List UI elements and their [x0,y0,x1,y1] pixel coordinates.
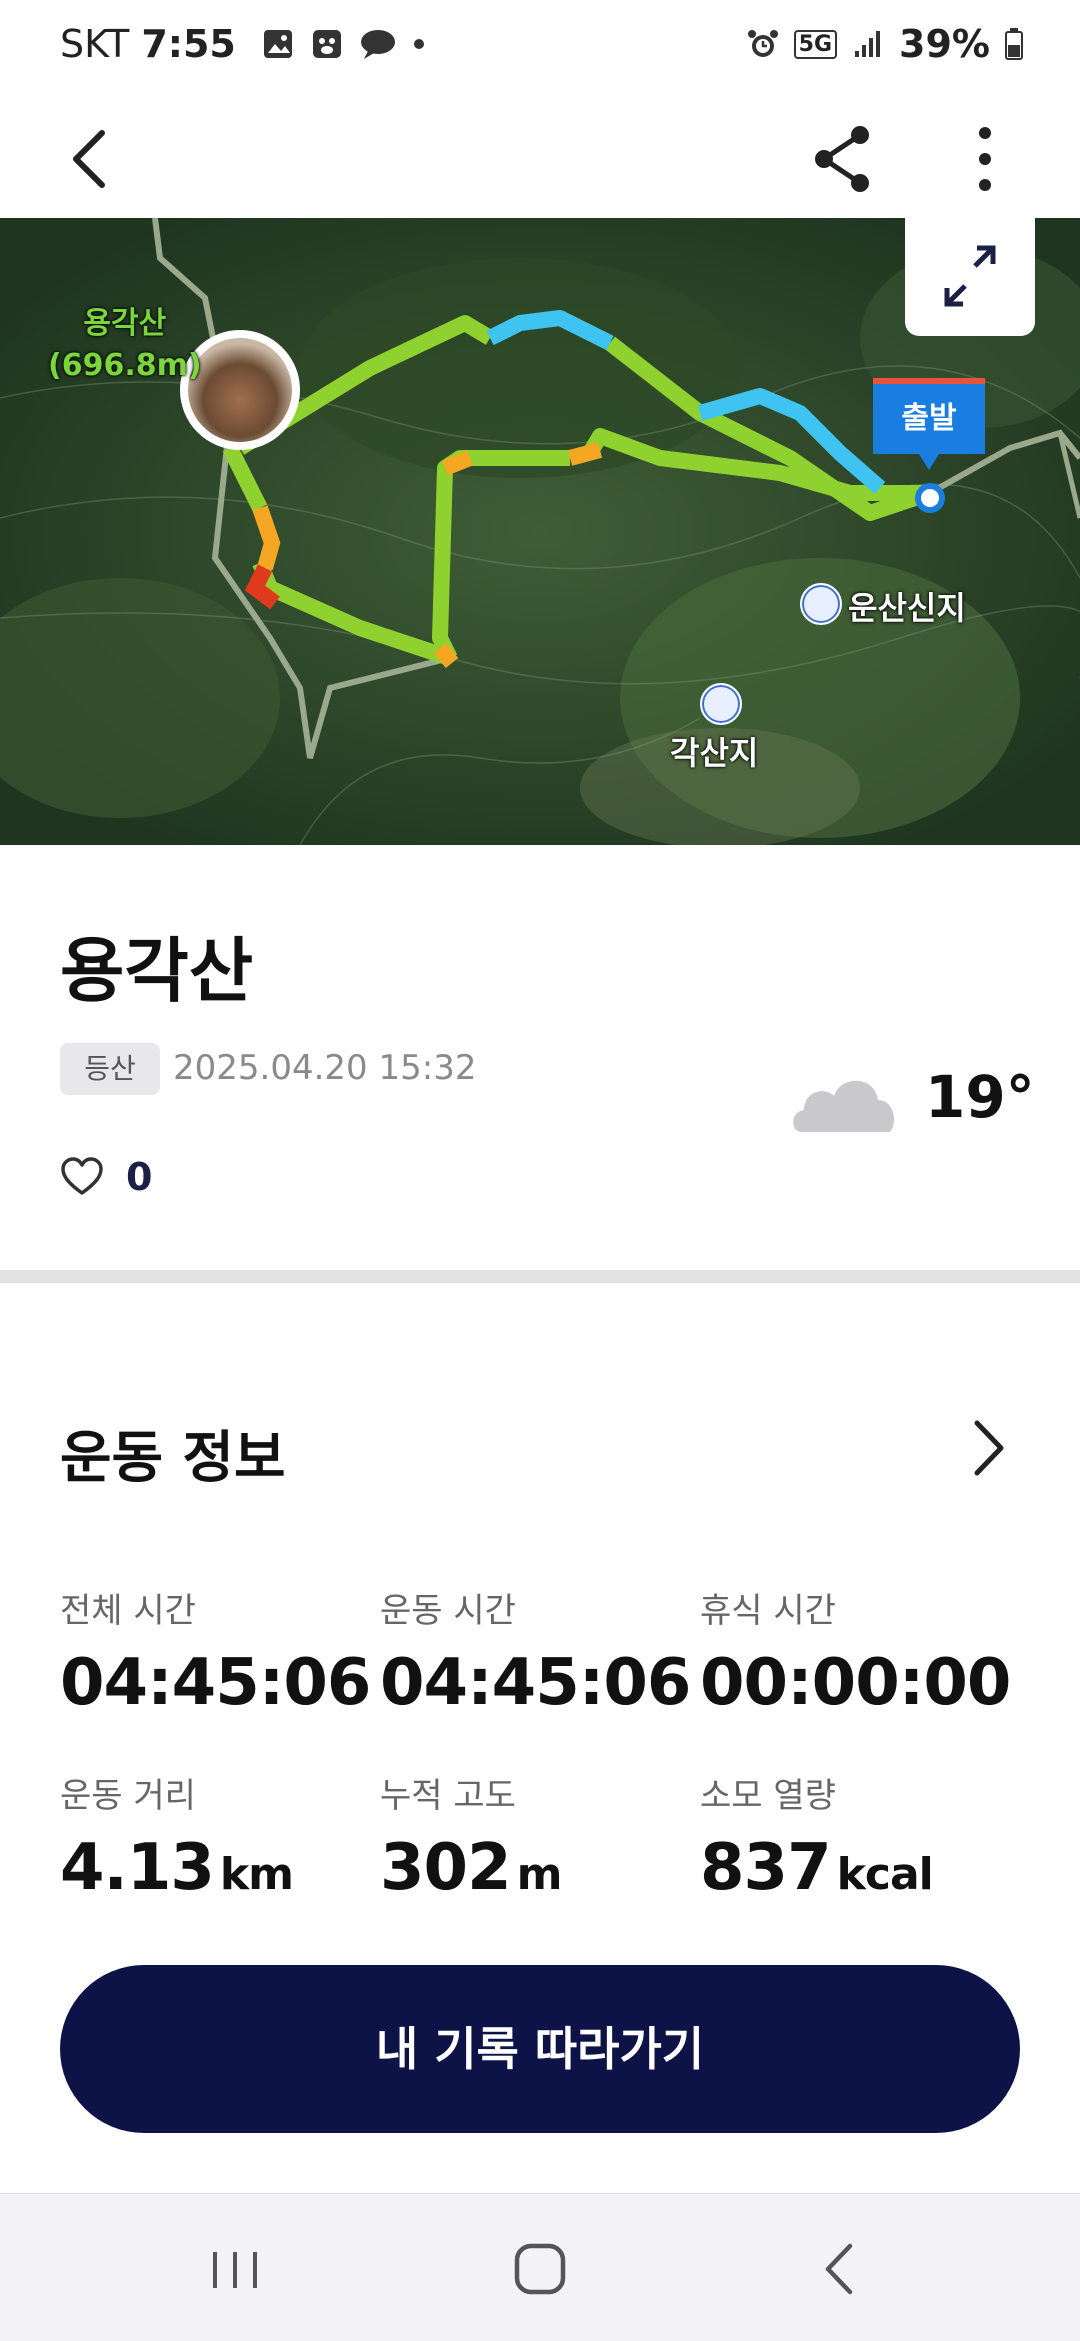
stat-label: 운동 시간 [380,1591,516,1631]
stat-unit: km [219,1849,294,1900]
share-icon [815,126,869,192]
signal-icon [855,31,881,57]
peak-label: 용각산 (696.8m) [48,303,202,387]
temperature: 19° [925,1063,1035,1131]
carrier-label: SKT [60,22,130,66]
like-count: 0 [126,1155,153,1199]
clock: 7:55 [141,22,236,66]
section-title[interactable]: 운동 정보 [60,1413,286,1494]
stat-total-time: 전체 시간 04:45:06 [60,1583,371,1720]
start-marker[interactable]: 출발 [873,378,985,470]
stat-unit: m [516,1849,563,1900]
cloud-icon [790,1060,900,1135]
fullscreen-button[interactable] [905,218,1035,336]
stat-rest-time: 휴식 시간 00:00:00 [700,1583,1011,1720]
more-vertical-icon [979,127,991,191]
system-back-button[interactable] [800,2234,880,2304]
dot-icon [413,39,424,49]
battery-icon [1005,28,1023,60]
more-options-button[interactable] [955,117,1015,197]
peak-name: 용각산 [83,306,167,341]
gallery-icon [263,30,292,58]
section-detail-button[interactable] [965,1413,1015,1483]
stat-value: 04:45:06 [380,1646,691,1720]
back-button[interactable] [62,117,122,197]
system-back-icon [825,2243,853,2295]
stat-calories: 소모 열량 837 kcal [700,1768,934,1905]
stat-value: 4.13 [60,1831,215,1905]
app-bar [0,95,1080,218]
stat-distance: 운동 거리 4.13 km [60,1768,294,1905]
stat-exercise-time: 운동 시간 04:45:06 [380,1583,691,1720]
recent-apps-icon [213,2252,257,2288]
peak-elevation: (696.8m) [48,348,202,383]
like-button[interactable]: 0 [60,1155,152,1199]
system-navigation-bar [0,2193,1080,2341]
stat-value: 837 [700,1831,832,1905]
route-map[interactable]: 용각산 (696.8m) 출발 운산신지 각산지 [0,218,1080,845]
stat-label: 전체 시간 [60,1591,196,1631]
activity-type-badge: 등산 [60,1043,160,1095]
stat-elevation: 누적 고도 302 m [380,1768,563,1905]
stat-unit: kcal [836,1849,934,1900]
share-button[interactable] [808,117,878,197]
stat-label: 휴식 시간 [700,1591,836,1631]
stat-value: 302 [380,1831,512,1905]
activity-info: 용각산 등산 2025.04.20 15:32 0 19° [0,845,1080,1270]
activity-title: 용각산 [60,930,254,1012]
status-bar: SKT 7:55 5G 39% [0,0,1080,95]
stat-value: 04:45:06 [60,1646,371,1720]
heart-icon [61,1157,103,1195]
reservoir-icon [800,583,842,625]
chevron-right-icon [974,1420,1004,1476]
stat-label: 운동 거리 [60,1776,196,1816]
stat-label: 누적 고도 [380,1776,516,1816]
follow-my-record-button[interactable]: 내 기록 따라가기 [60,1965,1020,2133]
pet-icon [312,30,341,58]
recent-apps-button[interactable] [195,2234,275,2304]
back-arrow-icon [73,130,105,188]
battery-percent: 39% [899,22,990,66]
poi-label-gaksan: 각산지 [670,734,759,772]
poi-label-unsan: 운산신지 [848,589,966,627]
alarm-icon [747,30,778,57]
activity-datetime: 2025.04.20 15:32 [173,1048,477,1088]
network-type-label: 5G [793,29,838,59]
reservoir-icon [700,683,742,725]
section-divider [0,1270,1080,1283]
stat-value: 00:00:00 [700,1646,1011,1720]
stat-label: 소모 열량 [700,1776,836,1816]
expand-icon [944,245,996,307]
chat-bubble-icon [360,30,395,59]
home-icon [514,2243,566,2295]
home-button[interactable] [500,2234,580,2304]
